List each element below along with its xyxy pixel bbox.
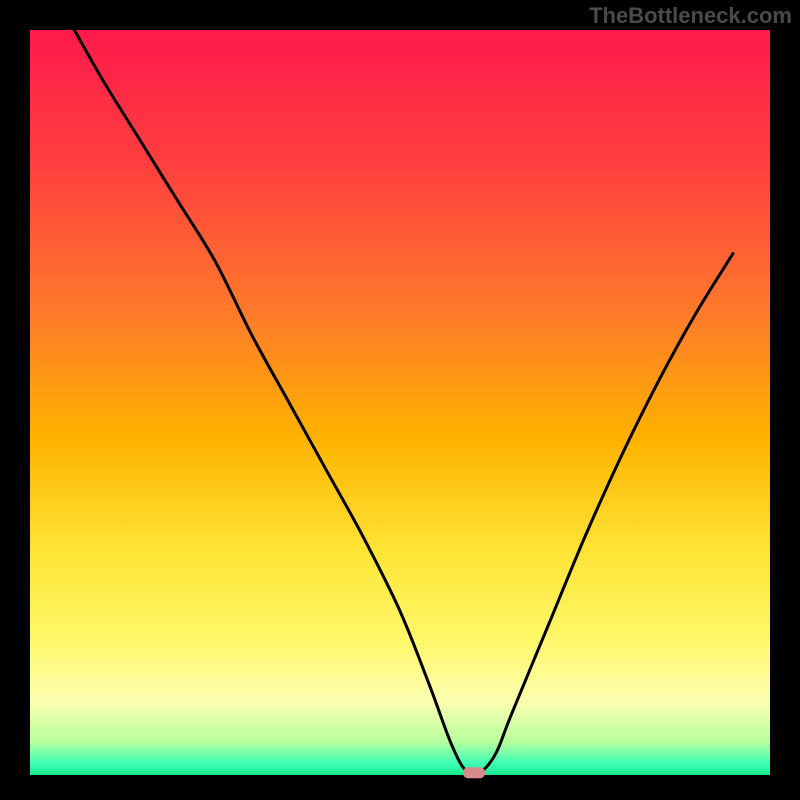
optimal-marker xyxy=(463,767,485,778)
chart-container: TheBottleneck.com xyxy=(0,0,800,800)
watermark-text: TheBottleneck.com xyxy=(589,3,792,29)
bottleneck-chart xyxy=(0,0,800,800)
